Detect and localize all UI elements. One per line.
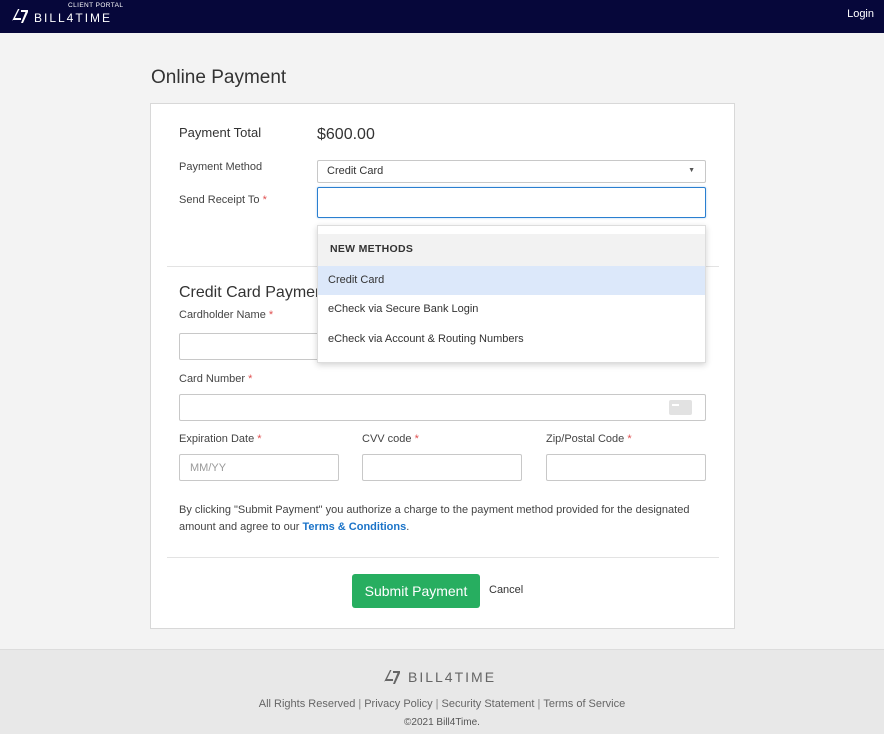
expiration-date-input[interactable]: MM/YY	[179, 454, 339, 481]
credit-card-icon	[669, 400, 692, 415]
brand-name: BILL4TIME	[34, 11, 113, 25]
required-mark: *	[414, 433, 419, 445]
bill4time-logo-icon	[384, 670, 400, 684]
top-navbar: CLIENT PORTAL BILL4TIME Login	[0, 0, 884, 33]
payment-method-dropdown: NEW METHODS Credit Card eCheck via Secur…	[317, 225, 706, 363]
authorization-disclaimer: By clicking "Submit Payment" you authori…	[179, 504, 690, 533]
payment-total-label: Payment Total	[179, 125, 262, 140]
cardholder-name-label: Cardholder Name *	[179, 309, 274, 321]
cvv-input[interactable]	[362, 454, 522, 481]
required-mark: *	[257, 433, 262, 445]
footer-link-security[interactable]: Security Statement	[442, 698, 535, 710]
required-mark: *	[262, 194, 267, 206]
bill4time-logo-icon	[12, 9, 28, 23]
send-receipt-input[interactable]	[317, 187, 706, 218]
terms-conditions-link[interactable]: Terms & Conditions	[303, 521, 407, 533]
send-receipt-label: Send Receipt To *	[179, 194, 267, 206]
footer-separator: |	[435, 698, 439, 710]
payment-card: Payment Total $600.00 Payment Method Cre…	[150, 103, 735, 629]
dropdown-option-echeck-routing[interactable]: eCheck via Account & Routing Numbers	[318, 325, 705, 354]
required-mark: *	[268, 309, 274, 321]
required-mark: *	[248, 373, 253, 385]
payment-total-value: $600.00	[317, 126, 375, 143]
required-mark: *	[627, 433, 632, 445]
submit-payment-button[interactable]: Submit Payment	[352, 574, 480, 608]
zip-code-label: Zip/Postal Code *	[546, 433, 632, 445]
payment-method-select[interactable]: Credit Card ▼	[317, 160, 706, 183]
footer-separator: |	[358, 698, 362, 710]
copyright-text: ©2021 Bill4Time.	[404, 717, 480, 728]
footer-link-rights[interactable]: All Rights Reserved	[259, 698, 356, 710]
dropdown-option-credit-card[interactable]: Credit Card	[318, 266, 705, 295]
zip-code-input[interactable]	[546, 454, 706, 481]
card-number-input[interactable]	[179, 394, 706, 421]
footer-brand: BILL4TIME	[408, 669, 497, 685]
footer-link-privacy[interactable]: Privacy Policy	[364, 698, 432, 710]
page-title: Online Payment	[151, 67, 287, 88]
dropdown-group-header: NEW METHODS	[318, 234, 705, 266]
actions-divider	[167, 557, 719, 558]
payment-method-label: Payment Method	[179, 161, 263, 173]
payment-method-value: Credit Card	[327, 165, 384, 177]
dropdown-option-echeck-bank-login[interactable]: eCheck via Secure Bank Login	[318, 295, 705, 324]
credit-card-section-title: Credit Card Payment	[179, 284, 329, 301]
footer-separator: |	[537, 698, 541, 710]
cancel-link[interactable]: Cancel	[489, 584, 523, 596]
login-link[interactable]: Login	[847, 8, 874, 20]
footer-logo: BILL4TIME	[382, 667, 522, 687]
expiration-placeholder: MM/YY	[190, 462, 227, 474]
footer: BILL4TIME All Rights Reserved | Privacy Po…	[0, 649, 884, 734]
chevron-down-icon: ▼	[688, 167, 695, 174]
footer-links: All Rights Reserved | Privacy Policy | Secur…	[0, 698, 884, 710]
portal-label: CLIENT PORTAL	[68, 2, 124, 9]
expiration-date-label: Expiration Date *	[179, 433, 262, 445]
footer-link-terms[interactable]: Terms of Service	[543, 698, 625, 710]
card-number-label: Card Number *	[179, 373, 253, 385]
cvv-label: CVV code *	[362, 433, 419, 445]
